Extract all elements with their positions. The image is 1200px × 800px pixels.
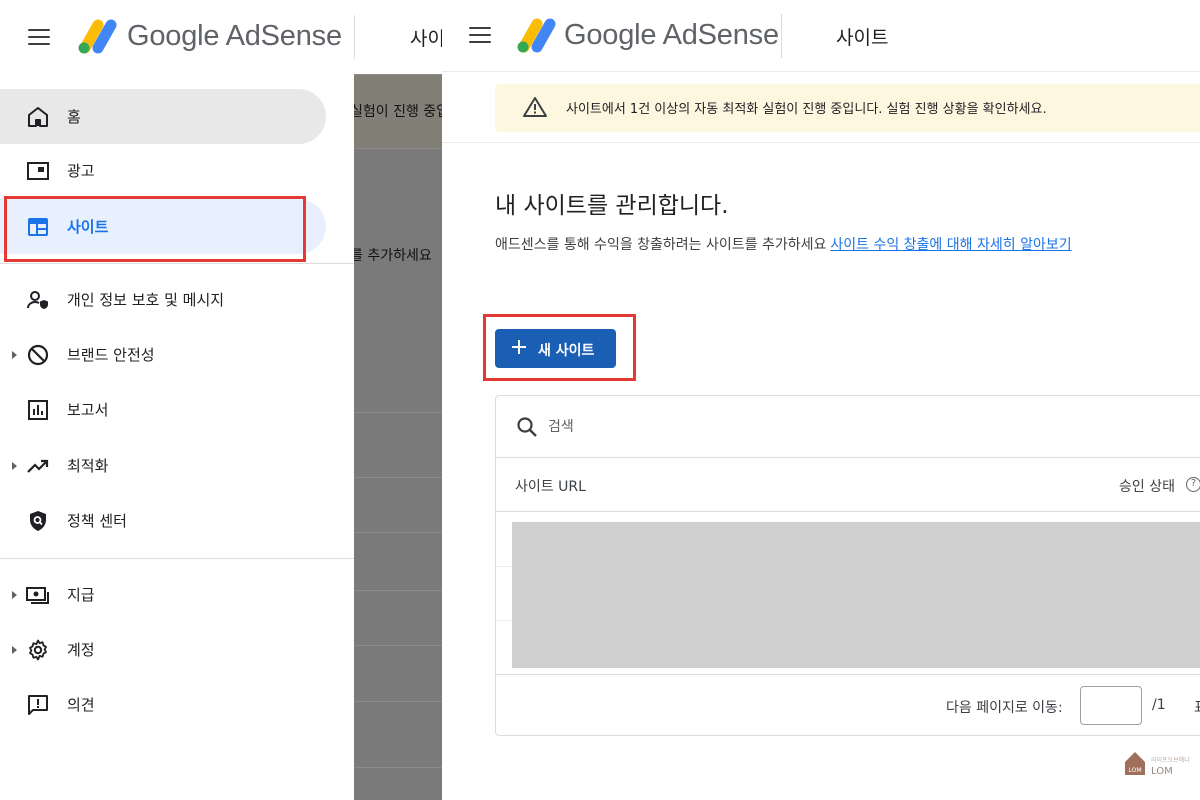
nav-item-ads[interactable]: 광고 bbox=[0, 143, 326, 198]
page-number-input[interactable] bbox=[1080, 686, 1142, 725]
behind-text-1: 실험이 진행 중입 bbox=[354, 104, 442, 120]
sites-table-card: 사이트 URL 승인 상태 ? 다음 페이지로 이동: /1 표 bbox=[495, 395, 1200, 736]
reports-icon bbox=[28, 400, 48, 420]
nav-label: 계정 bbox=[67, 641, 95, 659]
feedback-icon bbox=[28, 695, 48, 715]
page-label: 사이 bbox=[410, 28, 442, 50]
header-divider bbox=[354, 15, 355, 59]
nav-label: 사이트 bbox=[67, 218, 109, 236]
new-site-button-label: 새 사이트 bbox=[538, 343, 595, 359]
ads-icon bbox=[27, 162, 49, 180]
nav-label: 광고 bbox=[67, 162, 95, 180]
page-subtitle: 애드센스를 통해 수익을 창출하려는 사이트를 추가하세요 사이트 수익 창출에 … bbox=[495, 234, 1072, 254]
nav-label: 최적화 bbox=[67, 457, 109, 475]
warning-icon bbox=[523, 97, 547, 117]
behind-text-2: 를 추가하세요 bbox=[354, 248, 432, 264]
expand-caret-icon bbox=[12, 351, 17, 359]
nav-item-brand-safety[interactable]: 브랜드 안전성 bbox=[0, 327, 326, 382]
plus-icon bbox=[509, 337, 529, 357]
page-label: 사이트 bbox=[836, 27, 889, 49]
nav-label: 브랜드 안전성 bbox=[67, 346, 155, 364]
nav-item-reports[interactable]: 보고서 bbox=[0, 382, 326, 437]
nav-label: 지급 bbox=[67, 586, 95, 604]
nav-item-sites[interactable]: 사이트 bbox=[0, 199, 326, 254]
nav-item-feedback[interactable]: 의견 bbox=[0, 677, 326, 732]
page-total: /1 bbox=[1152, 697, 1166, 713]
learn-more-link[interactable]: 사이트 수익 창출에 대해 자세히 알아보기 bbox=[830, 237, 1071, 253]
nav-divider bbox=[0, 558, 354, 559]
notice-divider bbox=[442, 142, 1200, 143]
trending-up-icon bbox=[27, 459, 49, 473]
nav-item-optimization[interactable]: 최적화 bbox=[0, 438, 326, 493]
rows-per-page-label: 표 bbox=[1194, 697, 1200, 717]
help-icon[interactable]: ? bbox=[1186, 477, 1200, 492]
subtitle-text: 애드센스를 통해 수익을 창출하려는 사이트를 추가하세요 bbox=[495, 237, 827, 253]
experiment-notice-banner: 사이트에서 1건 이상의 자동 최적화 실험이 진행 중입니다. 실험 진행 상… bbox=[495, 84, 1200, 132]
payments-icon bbox=[26, 587, 49, 604]
adsense-logo-icon bbox=[517, 18, 556, 53]
column-header-site-url[interactable]: 사이트 URL bbox=[515, 476, 586, 496]
nav-item-privacy[interactable]: 개인 정보 보호 및 메시지 bbox=[0, 272, 326, 327]
search-icon bbox=[517, 417, 537, 437]
sites-icon bbox=[28, 218, 48, 236]
block-icon bbox=[27, 344, 49, 366]
redacted-site-rows bbox=[512, 522, 1200, 668]
header-bottom-border bbox=[442, 71, 1200, 72]
nav-drawer: 홈 광고 사이트 개인 정보 보호 및 메시지 브랜드 안전성 보고서 최적화 … bbox=[0, 74, 354, 800]
table-header: 사이트 URL 승인 상태 ? bbox=[496, 458, 1200, 512]
menu-icon[interactable] bbox=[469, 27, 491, 43]
top-app-bar: Google AdSense 사이 bbox=[0, 0, 442, 74]
expand-caret-icon bbox=[12, 591, 17, 599]
watermark-text: LOM bbox=[1151, 766, 1173, 777]
search-input[interactable] bbox=[548, 414, 948, 440]
notice-text: 사이트에서 1건 이상의 자동 최적화 실험이 진행 중입니다. 실험 진행 상… bbox=[566, 102, 1047, 117]
new-site-button[interactable]: 새 사이트 bbox=[495, 329, 616, 368]
svg-text:LOM: LOM bbox=[1128, 767, 1141, 774]
nav-item-payments[interactable]: 지급 bbox=[0, 567, 326, 622]
search-bar bbox=[496, 396, 1200, 458]
page-title: 내 사이트를 관리합니다. bbox=[495, 193, 729, 219]
drawer-scrim[interactable]: 실험이 진행 중입 를 추가하세요 bbox=[354, 74, 442, 800]
watermark-small-text: 라이프오브매니 bbox=[1151, 757, 1190, 764]
nav-divider bbox=[0, 263, 354, 264]
nav-item-policy-center[interactable]: 정책 센터 bbox=[0, 493, 326, 548]
top-app-bar: Google AdSense 사이트 bbox=[442, 0, 1200, 74]
header-divider bbox=[781, 14, 782, 58]
brand-name: Google AdSense bbox=[564, 19, 779, 51]
column-header-approval-status[interactable]: 승인 상태 bbox=[1119, 476, 1175, 496]
expand-caret-icon bbox=[12, 646, 17, 654]
nav-item-account[interactable]: 계정 bbox=[0, 622, 326, 677]
menu-icon[interactable] bbox=[28, 29, 50, 45]
nav-label: 개인 정보 보호 및 메시지 bbox=[67, 291, 225, 309]
home-icon bbox=[28, 107, 48, 127]
nav-label: 보고서 bbox=[67, 401, 109, 419]
adsense-logo-icon bbox=[78, 19, 117, 54]
nav-item-home[interactable]: 홈 bbox=[0, 89, 326, 144]
nav-label: 의견 bbox=[67, 696, 95, 714]
right-screenshot-panel: Google AdSense 사이트 사이트에서 1건 이상의 자동 최적화 실… bbox=[442, 0, 1200, 800]
brand-name: Google AdSense bbox=[127, 20, 342, 52]
pagination: 다음 페이지로 이동: /1 표 bbox=[496, 674, 1200, 736]
nav-label: 정책 센터 bbox=[67, 512, 127, 530]
house-logo-icon: LOM bbox=[1125, 752, 1145, 775]
privacy-icon bbox=[27, 291, 48, 309]
policy-shield-icon bbox=[30, 511, 46, 531]
go-to-page-label: 다음 페이지로 이동: bbox=[946, 700, 1063, 716]
gear-icon bbox=[29, 639, 47, 661]
nav-label: 홈 bbox=[67, 108, 81, 126]
expand-caret-icon bbox=[12, 462, 17, 470]
left-screenshot-panel: Google AdSense 사이 실험이 진행 중입 를 추가하세요 홈 광고 bbox=[0, 0, 442, 800]
